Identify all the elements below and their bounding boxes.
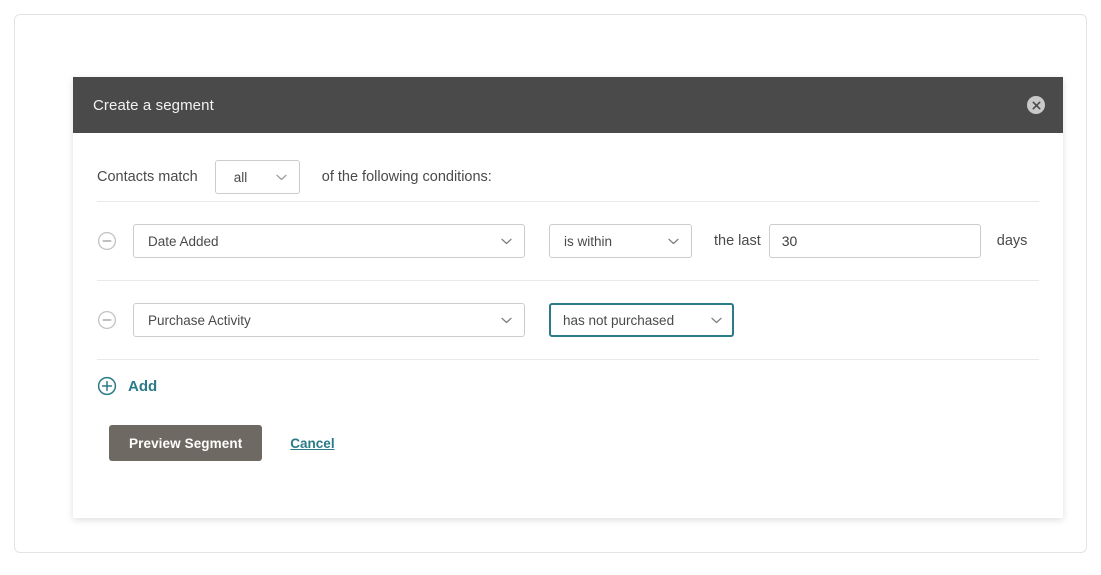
contacts-match-row: Contacts match all of the following cond…	[97, 133, 1039, 201]
condition-operator-value: has not purchased	[563, 312, 675, 328]
condition-field-value: Date Added	[148, 233, 219, 249]
chevron-down-icon	[711, 317, 722, 323]
contacts-match-suffix-label: of the following conditions:	[321, 169, 492, 185]
condition-field-select[interactable]: Date Added	[133, 224, 525, 258]
chevron-down-icon	[501, 317, 512, 323]
match-type-select[interactable]: all	[214, 160, 300, 194]
condition-operator-value: is within	[564, 233, 613, 249]
chevron-down-icon	[276, 174, 287, 180]
divider	[97, 359, 1039, 360]
chevron-down-icon	[668, 238, 679, 244]
condition-field-select[interactable]: Purchase Activity	[133, 303, 525, 337]
chevron-down-icon	[501, 238, 512, 244]
condition-row: Date Added is within the last days	[97, 202, 1039, 280]
close-x-glyph	[1032, 101, 1040, 109]
preview-segment-button[interactable]: Preview Segment	[109, 425, 263, 461]
page-card: Create a segment Contacts match all of t…	[14, 14, 1087, 553]
condition-operator-select[interactable]: has not purchased	[549, 303, 734, 337]
condition-field-value: Purchase Activity	[148, 312, 251, 328]
create-segment-modal: Create a segment Contacts match all of t…	[73, 77, 1063, 518]
condition-operator-select[interactable]: is within	[549, 224, 692, 258]
condition-value-input[interactable]	[768, 224, 981, 258]
modal-footer: Preview Segment Cancel	[97, 412, 1039, 474]
cancel-link[interactable]: Cancel	[290, 436, 334, 451]
add-condition-button[interactable]: Add	[97, 360, 157, 412]
condition-unit-label: days	[996, 233, 1028, 249]
minus-circle-icon[interactable]	[97, 231, 117, 251]
match-type-select-value: all	[233, 169, 248, 185]
close-icon[interactable]	[1027, 96, 1045, 114]
modal-header: Create a segment	[73, 77, 1063, 133]
plus-circle-icon	[97, 376, 117, 396]
add-condition-label: Add	[128, 377, 158, 395]
minus-circle-icon[interactable]	[97, 310, 117, 330]
modal-body: Contacts match all of the following cond…	[73, 133, 1063, 474]
condition-mid-label: the last	[714, 233, 761, 249]
condition-row: Purchase Activity has not purchased	[97, 281, 1039, 359]
modal-title: Create a segment	[93, 96, 214, 114]
contacts-match-prefix-label: Contacts match	[97, 169, 198, 185]
